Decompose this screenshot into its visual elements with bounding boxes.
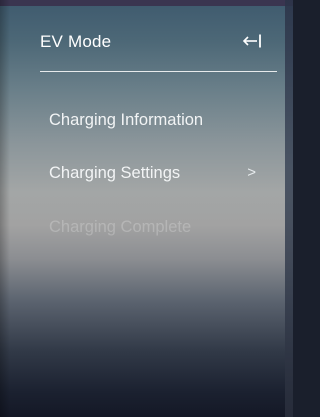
top-edge: [0, 0, 293, 6]
collapse-left-arrow-icon: [242, 34, 261, 48]
panel-header: EV Mode: [40, 28, 277, 58]
ev-mode-panel: EV Mode Charging Information Charging Se…: [0, 0, 293, 417]
right-edge: [285, 0, 293, 417]
menu-item-label: Charging Settings: [49, 164, 181, 182]
menu-item-charging-information[interactable]: Charging Information: [49, 104, 274, 136]
collapse-button[interactable]: [239, 28, 265, 56]
left-shadow: [0, 0, 10, 417]
menu-item-label: Charging Information: [49, 111, 204, 129]
header-divider: [40, 71, 277, 72]
menu-item-label: Charging Complete: [49, 218, 192, 236]
menu-item-charging-complete: Charging Complete: [49, 211, 274, 243]
chevron-right-icon: >: [247, 164, 256, 181]
page-title: EV Mode: [40, 32, 112, 51]
menu-item-charging-settings[interactable]: Charging Settings >: [49, 157, 274, 189]
